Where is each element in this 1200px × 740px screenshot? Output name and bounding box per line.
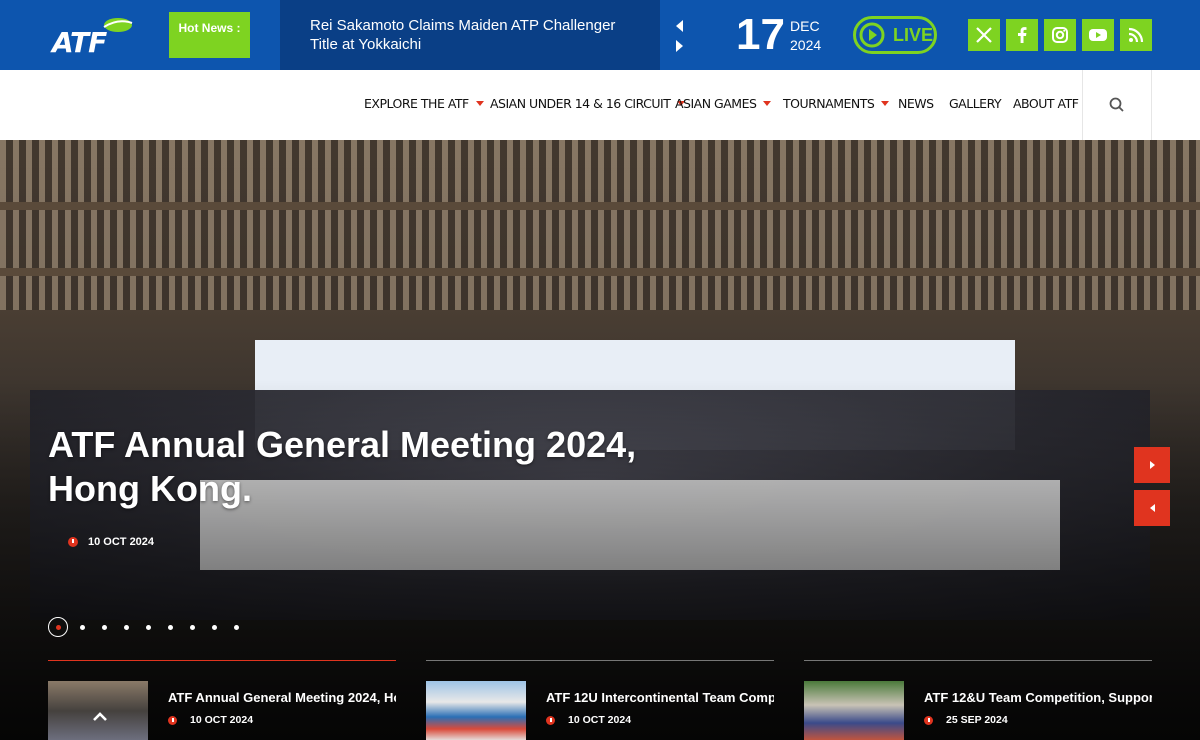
- slide-prev-button[interactable]: [1134, 490, 1170, 526]
- hero-title[interactable]: ATF Annual General Meeting 2024, Hong Ko…: [48, 423, 708, 511]
- hero-date: 10 OCT 2024: [68, 536, 154, 548]
- slide-pagination: [48, 617, 256, 637]
- facebook-icon: [1018, 27, 1027, 43]
- slide-dot-active[interactable]: [48, 617, 68, 637]
- slide-dot[interactable]: [146, 624, 151, 630]
- nav-label: NEWS: [898, 96, 934, 111]
- card-divider: [426, 660, 774, 661]
- social-youtube-button[interactable]: [1082, 19, 1114, 51]
- nav-divider: [1082, 70, 1083, 140]
- social-x-button[interactable]: [968, 19, 1000, 51]
- ticker-next-icon[interactable]: [676, 40, 683, 52]
- nav-label: ASIAN GAMES: [675, 96, 757, 111]
- nav-tournaments[interactable]: TOURNAMENTS: [783, 96, 890, 111]
- live-label: LIVE: [893, 25, 934, 45]
- ticker-headline[interactable]: Rei Sakamoto Claims Maiden ATP Challenge…: [310, 17, 615, 53]
- slide-dot[interactable]: [124, 624, 129, 630]
- nav-label: ABOUT ATF: [1013, 96, 1079, 111]
- clock-icon: [68, 537, 78, 547]
- nav-label: GALLERY: [949, 96, 1002, 111]
- news-card-title[interactable]: ATF Annual General Meeting 2024, Hong Ko…: [168, 690, 396, 705]
- slide-dot[interactable]: [212, 624, 217, 630]
- news-card-title[interactable]: ATF 12&U Team Competition, Supported by: [924, 690, 1152, 705]
- card-divider-active: [48, 660, 396, 661]
- hero-slider: ATF Annual General Meeting 2024, Hong Ko…: [0, 140, 1200, 740]
- slide-dot[interactable]: [80, 624, 85, 630]
- ticker-controls: [676, 20, 686, 52]
- caret-down-icon: [881, 101, 890, 106]
- card-divider: [804, 660, 1152, 661]
- date-month: DEC: [790, 18, 820, 34]
- clock-icon: [168, 715, 177, 725]
- youtube-icon: [1089, 29, 1107, 41]
- clock-icon: [924, 715, 933, 725]
- news-card-title[interactable]: ATF 12U Intercontinental Team Competitio…: [546, 690, 774, 705]
- social-instagram-button[interactable]: [1044, 19, 1076, 51]
- news-thumbnail[interactable]: [426, 681, 526, 740]
- news-card-date: 10 OCT 2024: [546, 714, 631, 726]
- nav-asian-under-14-16-circuit[interactable]: ASIAN UNDER 14 & 16 CIRCUIT: [490, 96, 686, 111]
- atf-logo[interactable]: ATF: [52, 16, 134, 59]
- slide-next-button[interactable]: [1134, 447, 1170, 483]
- main-nav: EXPLORE THE ATF ASIAN UNDER 14 & 16 CIRC…: [0, 70, 1200, 140]
- chevron-right-icon: [1149, 461, 1155, 469]
- news-ticker[interactable]: Rei Sakamoto Claims Maiden ATP Challenge…: [280, 0, 660, 70]
- hero-date-text: 10 OCT 2024: [88, 536, 155, 548]
- tennis-ball-swoosh-icon: [103, 18, 133, 32]
- chevron-left-icon: [1149, 504, 1155, 512]
- slide-dot[interactable]: [234, 624, 239, 630]
- live-button[interactable]: LIVE: [853, 16, 937, 54]
- chevron-up-icon: [93, 712, 107, 721]
- news-card-date: 10 OCT 2024: [168, 714, 253, 726]
- top-bar: ATF Hot News : Rei Sakamoto Claims Maide…: [0, 0, 1200, 70]
- news-card-date-text: 10 OCT 2024: [190, 714, 254, 726]
- news-card-date-text: 25 SEP 2024: [946, 714, 1008, 726]
- nav-label: EXPLORE THE ATF: [364, 96, 469, 111]
- nav-about-atf[interactable]: ABOUT ATF: [1013, 96, 1079, 111]
- news-card-date: 25 SEP 2024: [924, 714, 1008, 726]
- slide-dot[interactable]: [168, 624, 173, 630]
- nav-news[interactable]: NEWS: [898, 96, 934, 111]
- nav-gallery[interactable]: GALLERY: [949, 96, 1002, 111]
- news-thumbnail[interactable]: [804, 681, 904, 740]
- social-rss-button[interactable]: [1120, 19, 1152, 51]
- rss-icon: [1128, 27, 1144, 43]
- instagram-icon: [1052, 27, 1068, 43]
- nav-label: ASIAN UNDER 14 & 16 CIRCUIT: [490, 96, 671, 111]
- hot-news-badge: Hot News :: [169, 12, 250, 58]
- social-facebook-button[interactable]: [1006, 19, 1038, 51]
- nav-asian-games[interactable]: ASIAN GAMES: [675, 96, 772, 111]
- search-icon: [1109, 97, 1124, 112]
- slide-dot[interactable]: [102, 624, 107, 630]
- nav-label: TOURNAMENTS: [783, 96, 875, 111]
- caret-down-icon: [763, 101, 772, 106]
- x-icon: [976, 27, 992, 43]
- search-button[interactable]: [1106, 94, 1128, 116]
- slide-dot[interactable]: [190, 624, 195, 630]
- date-year: 2024: [790, 37, 822, 53]
- clock-icon: [546, 715, 555, 725]
- news-card[interactable]: ATF 12U Intercontinental Team Competitio…: [426, 660, 774, 740]
- nav-divider: [1151, 70, 1152, 140]
- caret-down-icon: [475, 101, 484, 106]
- ticker-prev-icon[interactable]: [676, 20, 683, 32]
- news-card-date-text: 10 OCT 2024: [568, 714, 632, 726]
- scroll-to-top-button[interactable]: [88, 705, 112, 729]
- date-day: 17: [736, 10, 785, 59]
- nav-explore-the-atf[interactable]: EXPLORE THE ATF: [364, 96, 484, 111]
- news-card[interactable]: ATF 12&U Team Competition, Supported by …: [804, 660, 1152, 740]
